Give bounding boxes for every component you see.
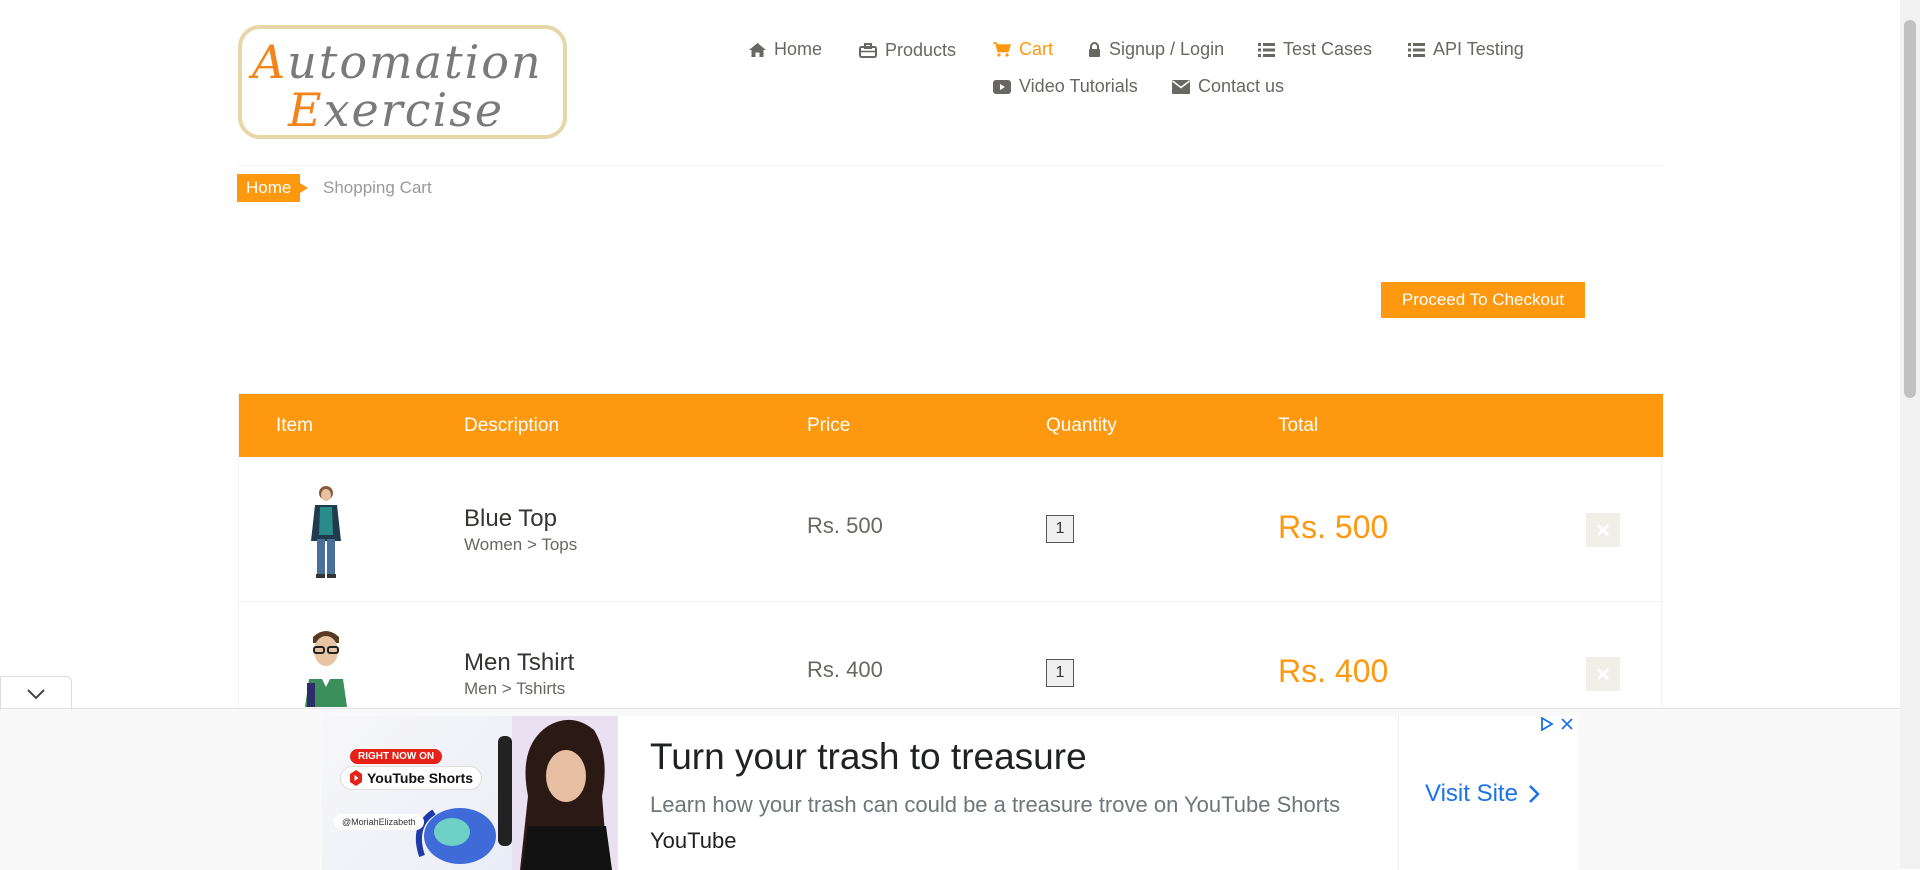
shopping-cart-icon <box>993 42 1011 57</box>
ad-badge: RIGHT NOW ON <box>350 749 443 764</box>
product-total: Rs. 400 <box>1278 653 1389 689</box>
envelope-icon <box>1172 79 1190 94</box>
delete-item-button[interactable] <box>1586 513 1620 547</box>
header-divider <box>238 165 1662 166</box>
page-scrollbar[interactable] <box>1900 0 1920 869</box>
ad-illustration <box>416 716 618 870</box>
nav-api-testing[interactable]: API Testing <box>1408 39 1524 60</box>
ad-badge-brand: YouTube Shorts <box>340 766 483 790</box>
nav-video-tutorials-label: Video Tutorials <box>1019 76 1138 96</box>
visit-site-label: Visit Site <box>1425 780 1518 807</box>
nav-products[interactable]: Products <box>859 40 956 61</box>
scrollbar-thumb[interactable] <box>1904 20 1916 398</box>
ad-content[interactable]: RIGHT NOW ON YouTube Shorts @MoriahEliza… <box>322 716 1578 870</box>
site-logo[interactable]: Automation Exercise <box>238 25 567 139</box>
nav-test-cases-label: Test Cases <box>1283 39 1373 59</box>
ad-choices[interactable] <box>1540 717 1574 731</box>
nav-home-label: Home <box>774 39 823 59</box>
quantity-box: 1 <box>1046 515 1074 543</box>
delete-item-button[interactable] <box>1586 657 1620 691</box>
ad-collapse-toggle[interactable] <box>0 676 72 708</box>
proceed-to-checkout-button[interactable]: Proceed To Checkout <box>1381 282 1585 318</box>
ad-banner: RIGHT NOW ON YouTube Shorts @MoriahEliza… <box>0 708 1900 870</box>
visit-site-button[interactable]: Visit Site <box>1425 780 1540 808</box>
ad-description: Learn how your trash can could be a trea… <box>650 792 1341 817</box>
nav-video-tutorials[interactable]: Video Tutorials <box>993 76 1138 97</box>
product-name[interactable]: Blue Top <box>464 505 557 533</box>
nav-cart-label: Cart <box>1019 39 1054 59</box>
ad-image[interactable]: RIGHT NOW ON YouTube Shorts @MoriahEliza… <box>322 716 618 870</box>
breadcrumb-current: Shopping Cart <box>323 178 432 197</box>
close-icon <box>1596 523 1610 537</box>
close-icon <box>1596 667 1610 681</box>
logo-line-1: Automation <box>252 35 543 89</box>
adchoices-icon[interactable] <box>1540 717 1554 731</box>
header-description: Description <box>464 415 560 436</box>
ad-handle: @MoriahElizabeth <box>334 814 424 830</box>
breadcrumb-home[interactable]: Home <box>237 174 309 202</box>
header-quantity: Quantity <box>1046 415 1117 436</box>
list-icon <box>1258 42 1275 57</box>
nav-products-label: Products <box>885 40 957 60</box>
ad-title[interactable]: Turn your trash to treasure <box>650 736 1087 778</box>
product-price: Rs. 400 <box>807 657 883 682</box>
ad-divider <box>1398 716 1399 870</box>
briefcase-icon <box>859 43 877 58</box>
nav-cart[interactable]: Cart <box>993 39 1053 60</box>
product-total: Rs. 500 <box>1278 509 1389 545</box>
list-icon <box>1408 42 1425 57</box>
logo-line-2: Exercise <box>288 83 505 137</box>
cart-table: Item Description Price Quantity Total Bl… <box>238 393 1663 746</box>
nav-signup-login-label: Signup / Login <box>1109 39 1225 59</box>
ad-advertiser: YouTube <box>650 828 737 853</box>
youtube-shorts-icon <box>350 770 362 786</box>
quantity-box: 1 <box>1046 659 1074 687</box>
product-price: Rs. 500 <box>807 513 883 538</box>
nav-signup-login[interactable]: Signup / Login <box>1088 39 1224 60</box>
cart-table-header: Item Description Price Quantity Total <box>239 394 1663 457</box>
header-price: Price <box>807 415 851 436</box>
nav-home[interactable]: Home <box>749 39 822 60</box>
product-image[interactable] <box>301 483 351 581</box>
nav-contact-us[interactable]: Contact us <box>1172 76 1284 97</box>
nav-test-cases[interactable]: Test Cases <box>1258 39 1372 60</box>
lock-icon <box>1089 42 1100 57</box>
header-item: Item <box>276 415 313 436</box>
chevron-right-icon <box>1529 785 1540 803</box>
nav-contact-us-label: Contact us <box>1198 76 1285 96</box>
close-ad-icon[interactable] <box>1560 717 1574 731</box>
home-icon <box>749 42 766 57</box>
header-total: Total <box>1278 415 1319 436</box>
nav-api-testing-label: API Testing <box>1433 39 1524 59</box>
youtube-play-icon <box>993 79 1011 94</box>
product-name[interactable]: Men Tshirt <box>464 649 574 677</box>
product-category: Men > Tshirts <box>464 679 566 698</box>
chevron-down-icon <box>27 689 45 700</box>
product-category: Women > Tops <box>464 535 578 554</box>
table-row: Blue Top Women > Tops Rs. 500 1 Rs. 500 <box>239 457 1663 602</box>
